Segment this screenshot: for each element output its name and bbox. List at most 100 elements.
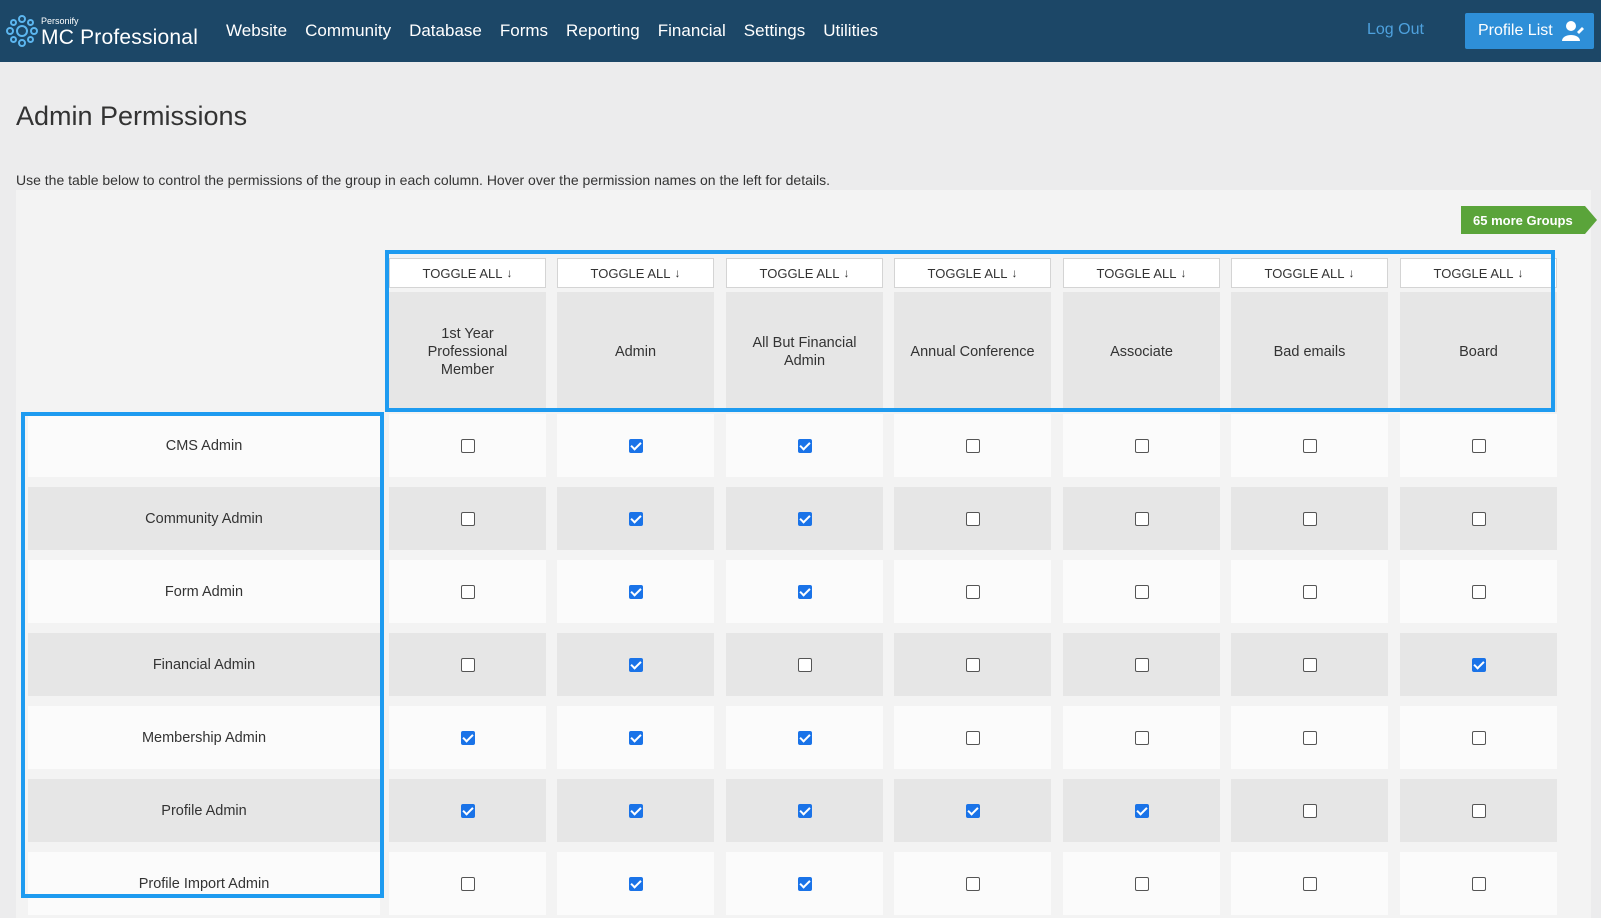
checkbox-unchecked[interactable] — [1471, 438, 1486, 453]
permission-cell — [894, 560, 1051, 623]
permission-cell — [1231, 487, 1388, 550]
checkbox-unchecked[interactable] — [965, 584, 980, 599]
checkbox-unchecked[interactable] — [1471, 730, 1486, 745]
permission-name: Financial Admin — [28, 633, 380, 696]
brand-name: MC Professional — [41, 26, 199, 49]
checkbox-unchecked[interactable] — [1134, 438, 1149, 453]
checkbox-unchecked[interactable] — [460, 511, 475, 526]
checkbox-unchecked[interactable] — [1302, 876, 1317, 891]
checkbox-unchecked[interactable] — [460, 876, 475, 891]
checkbox-checked[interactable] — [797, 730, 812, 745]
checkbox-unchecked[interactable] — [1302, 657, 1317, 672]
checkbox-checked[interactable] — [460, 803, 475, 818]
checkbox-checked[interactable] — [797, 438, 812, 453]
checkbox-unchecked[interactable] — [1471, 584, 1486, 599]
main-nav: Website Community Database Forms Reporting Fi… — [217, 0, 887, 62]
checkbox-unchecked[interactable] — [1134, 657, 1149, 672]
permission-cell — [389, 414, 546, 477]
permission-name: Form Admin — [28, 560, 380, 623]
toggle-all-button[interactable]: TOGGLE ALL ↓ — [894, 258, 1051, 288]
toggle-all-button[interactable]: TOGGLE ALL ↓ — [1400, 258, 1557, 288]
arrow-down-icon: ↓ — [1011, 266, 1018, 280]
group-name: Admin — [614, 344, 657, 360]
checkbox-unchecked[interactable] — [1302, 584, 1317, 599]
checkbox-unchecked[interactable] — [1471, 803, 1486, 818]
group-column: TOGGLE ALL ↓ Admin — [557, 258, 714, 412]
checkbox-checked[interactable] — [1134, 803, 1149, 818]
checkbox-unchecked[interactable] — [1302, 730, 1317, 745]
toggle-all-button[interactable]: TOGGLE ALL ↓ — [1231, 258, 1388, 288]
group-column: TOGGLE ALL ↓ Bad emails — [1231, 258, 1388, 412]
checkbox-unchecked[interactable] — [965, 511, 980, 526]
permission-cell — [1063, 706, 1220, 769]
checkbox-checked[interactable] — [1471, 657, 1486, 672]
permission-name: CMS Admin — [28, 414, 380, 477]
checkbox-checked[interactable] — [460, 730, 475, 745]
checkbox-checked[interactable] — [628, 876, 643, 891]
checkbox-unchecked[interactable] — [1134, 730, 1149, 745]
permission-cell — [726, 414, 883, 477]
checkbox-unchecked[interactable] — [460, 438, 475, 453]
page-title: Admin Permissions — [16, 101, 248, 131]
permission-cell — [1231, 706, 1388, 769]
checkbox-unchecked[interactable] — [1471, 876, 1486, 891]
checkbox-unchecked[interactable] — [965, 730, 980, 745]
checkbox-unchecked[interactable] — [965, 438, 980, 453]
permission-cell — [1400, 414, 1557, 477]
permission-cell — [389, 706, 546, 769]
checkbox-checked[interactable] — [797, 511, 812, 526]
checkbox-unchecked[interactable] — [1134, 876, 1149, 891]
logout-link[interactable]: Log Out — [1367, 21, 1424, 39]
arrow-down-icon: ↓ — [1517, 266, 1524, 280]
nav-item-website[interactable]: Website — [217, 21, 296, 41]
toggle-all-button[interactable]: TOGGLE ALL ↓ — [557, 258, 714, 288]
permission-cell — [557, 852, 714, 915]
brand-logo[interactable]: Personify MC Professional — [5, 12, 205, 52]
permission-cell — [1063, 779, 1220, 842]
checkbox-checked[interactable] — [628, 730, 643, 745]
profile-list-button[interactable]: Profile List — [1465, 13, 1594, 49]
toggle-all-button[interactable]: TOGGLE ALL ↓ — [389, 258, 546, 288]
checkbox-unchecked[interactable] — [965, 876, 980, 891]
nav-item-community[interactable]: Community — [296, 21, 400, 41]
permission-cell — [726, 633, 883, 696]
group-name: Associate — [1110, 344, 1173, 360]
nav-item-utilities[interactable]: Utilities — [814, 21, 887, 41]
nav-item-forms[interactable]: Forms — [491, 21, 557, 41]
checkbox-checked[interactable] — [797, 876, 812, 891]
checkbox-checked[interactable] — [628, 511, 643, 526]
group-column: TOGGLE ALL ↓ Annual Conference — [894, 258, 1051, 412]
checkbox-unchecked[interactable] — [1471, 511, 1486, 526]
checkbox-unchecked[interactable] — [1134, 584, 1149, 599]
checkbox-unchecked[interactable] — [965, 657, 980, 672]
permission-name: Profile Import Admin — [28, 852, 380, 915]
group-column: TOGGLE ALL ↓ Board — [1400, 258, 1557, 412]
group-column: TOGGLE ALL ↓ 1st Year Professional Member — [389, 258, 546, 412]
checkbox-checked[interactable] — [628, 657, 643, 672]
checkbox-unchecked[interactable] — [1302, 803, 1317, 818]
checkbox-unchecked[interactable] — [1302, 511, 1317, 526]
checkbox-checked[interactable] — [965, 803, 980, 818]
checkbox-checked[interactable] — [797, 584, 812, 599]
nav-item-database[interactable]: Database — [400, 21, 491, 41]
checkbox-checked[interactable] — [628, 803, 643, 818]
checkbox-unchecked[interactable] — [460, 657, 475, 672]
group-name: Annual Conference — [910, 344, 1035, 360]
checkbox-unchecked[interactable] — [797, 657, 812, 672]
toggle-all-button[interactable]: TOGGLE ALL ↓ — [1063, 258, 1220, 288]
group-column: TOGGLE ALL ↓ All But Financial Admin — [726, 258, 883, 412]
permission-cell — [1400, 852, 1557, 915]
checkbox-checked[interactable] — [628, 584, 643, 599]
permission-cell — [389, 852, 546, 915]
checkbox-unchecked[interactable] — [1302, 438, 1317, 453]
permission-cell — [894, 706, 1051, 769]
checkbox-checked[interactable] — [797, 803, 812, 818]
checkbox-unchecked[interactable] — [1134, 511, 1149, 526]
nav-item-settings[interactable]: Settings — [735, 21, 814, 41]
checkbox-checked[interactable] — [628, 438, 643, 453]
nav-item-financial[interactable]: Financial — [649, 21, 735, 41]
toggle-all-button[interactable]: TOGGLE ALL ↓ — [726, 258, 883, 288]
more-groups-button[interactable]: 65 more Groups — [1461, 206, 1597, 234]
nav-item-reporting[interactable]: Reporting — [557, 21, 649, 41]
checkbox-unchecked[interactable] — [460, 584, 475, 599]
